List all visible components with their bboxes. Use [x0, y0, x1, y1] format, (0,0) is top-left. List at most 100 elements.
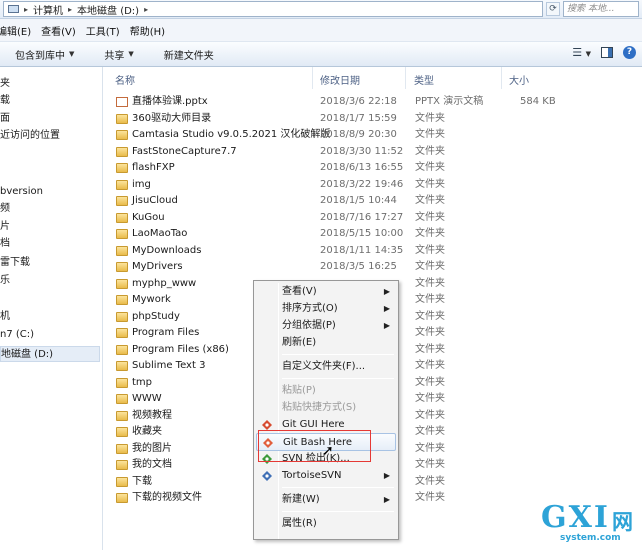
folder-icon [116, 212, 128, 223]
nav-item-music[interactable]: 乐 [0, 273, 10, 289]
preview-pane-icon[interactable] [601, 47, 613, 58]
submenu-arrow-icon: ▶ [383, 321, 390, 330]
file-date: 2018/1/11 14:35 [320, 244, 404, 256]
table-row[interactable]: 直播体验课.pptx 2018/3/6 22:18 PPTX 演示文稿 584 KB [113, 94, 633, 110]
file-name: 我的文档 [132, 459, 172, 470]
table-row[interactable]: flashFXP 2018/6/13 16:55 文件夹 [113, 160, 633, 176]
search-input[interactable]: 搜索 本地... [563, 1, 639, 17]
menu-item-排序方式[interactable]: 排序方式(O) ▶ [256, 300, 396, 318]
nav-item-drive-c[interactable]: n7 (C:) [0, 327, 34, 343]
nav-item-subversion[interactable]: bversion [0, 184, 43, 200]
nav-item-pictures[interactable]: 片 [0, 219, 10, 235]
file-type: 文件夹 [415, 162, 445, 173]
file-type: 文件夹 [415, 129, 445, 140]
menu-item-新建[interactable]: 新建(W) ▶ [256, 491, 396, 509]
table-row[interactable]: 360驱动大师目录 2018/1/7 15:59 文件夹 [113, 111, 633, 127]
column-header-name[interactable]: 名称 [115, 72, 135, 87]
menu-item-tortoisesvn[interactable]: TortoiseSVN ▶ [256, 467, 396, 485]
file-type: 文件夹 [415, 244, 445, 256]
menu-item-label: 粘贴快捷方式(S) [282, 402, 357, 413]
table-row[interactable]: MyDownloads 2018/1/11 14:35 文件夹 [113, 243, 633, 259]
file-type: 文件夹 [415, 442, 445, 454]
folder-icon [116, 113, 128, 124]
table-row[interactable]: MyDrivers 2018/3/5 16:25 文件夹 [113, 259, 633, 275]
file-name: KuGou [132, 211, 165, 223]
file-date: 2018/3/6 22:18 [320, 96, 397, 107]
nav-item-favorites[interactable]: 夹 [0, 76, 10, 92]
submenu-arrow-icon: ▶ [383, 471, 390, 480]
menu-item-刷新[interactable]: 刷新(E) [256, 334, 396, 352]
file-name: MyDrivers [132, 261, 183, 272]
nav-item-videos[interactable]: 频 [0, 201, 10, 217]
column-header-size[interactable]: 大小 [509, 72, 529, 87]
column-divider[interactable] [405, 67, 406, 89]
table-row[interactable]: KuGou 2018/7/16 17:27 文件夹 [113, 210, 633, 226]
column-divider[interactable] [312, 67, 313, 89]
folder-icon [116, 361, 128, 371]
breadcrumb-arrow-icon[interactable]: ▸ [68, 5, 72, 14]
menu-tools[interactable]: 工具(T) [86, 23, 130, 38]
menu-item-查看[interactable]: 查看(V) ▶ [256, 283, 396, 301]
breadcrumb-arrow-icon[interactable]: ▸ [144, 5, 148, 14]
table-row[interactable]: Camtasia Studio v9.0.5.2021 汉化破解版 2018/8/… [113, 127, 633, 143]
address-field[interactable]: ▸ 计算机 ▸ 本地磁盘 (D:) ▸ [3, 1, 543, 17]
menu-item-label: 刷新(E) [282, 337, 317, 348]
file-name: FastStoneCapture7.7 [132, 145, 237, 157]
folder-icon [116, 262, 128, 272]
nav-item-documents[interactable]: 档 [0, 236, 10, 252]
file-date: 2018/6/13 16:55 [320, 162, 404, 173]
view-options-icon[interactable]: ☰ ▼ [572, 46, 591, 59]
table-row[interactable]: LaoMaoTao 2018/5/15 10:00 文件夹 [113, 226, 633, 242]
column-header-modified[interactable]: 修改日期 [320, 72, 360, 87]
file-name: 我的图片 [132, 442, 172, 454]
mouse-cursor-icon: ➚ [322, 443, 334, 459]
folder-icon [116, 410, 128, 421]
share-button[interactable]: 共享 ▼ [89, 47, 148, 62]
new-folder-label: 新建文件夹 [163, 50, 214, 62]
new-folder-button[interactable]: 新建文件夹 [149, 47, 229, 62]
file-type: 文件夹 [415, 277, 445, 289]
tortoisesvn-icon [261, 470, 273, 482]
submenu-arrow-icon: ▶ [383, 304, 390, 313]
help-icon[interactable]: ? [623, 46, 636, 59]
folder-icon [116, 443, 128, 454]
table-row[interactable]: img 2018/3/22 19:46 文件夹 [113, 177, 633, 193]
include-in-library-button[interactable]: 包含到库中 ▼ [0, 47, 89, 62]
folder-icon [116, 427, 128, 437]
nav-item-computer[interactable]: 机 [0, 309, 10, 325]
file-type: 文件夹 [415, 475, 445, 487]
watermark-logo: GXI 网 system.com [535, 500, 639, 548]
file-date: 2018/1/7 15:59 [320, 112, 397, 124]
nav-item-recent[interactable]: 近访问的位置 [0, 128, 60, 144]
table-row[interactable]: FastStoneCapture7.7 2018/3/30 11:52 文件夹 [113, 144, 633, 160]
menu-help[interactable]: 帮助(H) [130, 23, 175, 38]
menu-item-自定义文件夹[interactable]: 自定义文件夹(F)... [256, 358, 396, 376]
file-name: flashFXP [132, 162, 175, 173]
nav-item-thunder-downloads[interactable]: 雷下载 [0, 255, 30, 271]
file-type: 文件夹 [415, 294, 445, 305]
column-divider[interactable] [501, 67, 502, 89]
folder-icon [116, 377, 128, 388]
menu-item-label: TortoiseSVN [282, 470, 342, 481]
computer-icon [8, 5, 19, 13]
file-name: WWW [132, 393, 162, 404]
nav-item-desktop[interactable]: 面 [0, 111, 10, 127]
file-type: 文件夹 [415, 343, 445, 355]
table-row[interactable]: JisuCloud 2018/1/5 10:44 文件夹 [113, 193, 633, 209]
file-type: 文件夹 [415, 211, 445, 223]
menu-item-属性[interactable]: 属性(R) [256, 515, 396, 533]
breadcrumb-drive-d[interactable]: 本地磁盘 (D:) [77, 2, 139, 17]
file-date: 2018/1/5 10:44 [320, 195, 397, 206]
breadcrumb-arrow-icon[interactable]: ▸ [24, 5, 28, 14]
nav-item-downloads[interactable]: 载 [0, 93, 10, 109]
menu-item-分组依据[interactable]: 分组依据(P) ▶ [256, 317, 396, 335]
dropdown-arrow-icon: ▼ [128, 50, 134, 58]
watermark-logo-text: GXI [541, 500, 610, 535]
file-name: JisuCloud [132, 195, 178, 206]
nav-item-drive-d[interactable]: 地磁盘 (D:) [0, 346, 100, 362]
menu-view[interactable]: 查看(V) [41, 23, 86, 38]
refresh-icon[interactable]: ⟳ [546, 2, 560, 16]
menu-edit[interactable]: 编辑(E) [0, 23, 41, 38]
column-header-type[interactable]: 类型 [414, 72, 434, 87]
breadcrumb-computer[interactable]: 计算机 [33, 2, 63, 17]
